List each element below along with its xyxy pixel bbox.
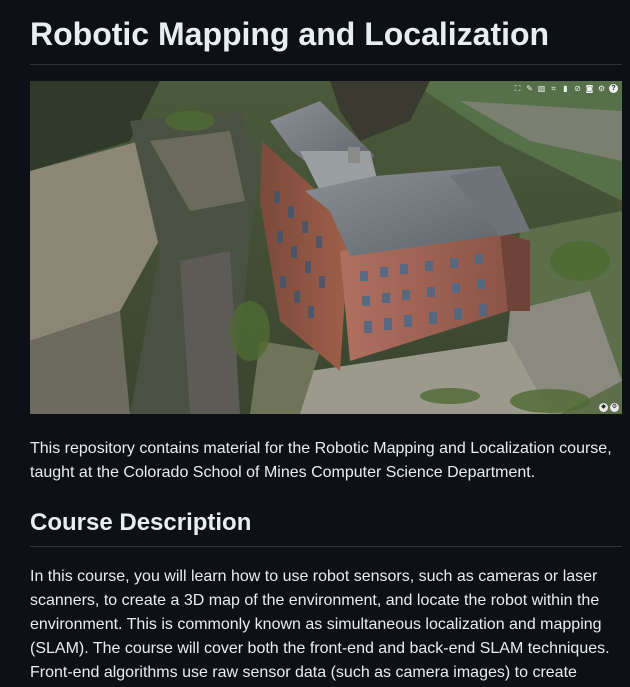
grid-icon[interactable]: ⌗ [549, 84, 558, 93]
viewer-toolbar: ⛶ ✎ ▧ ⌗ ▮ ⊘ ◙ ⚙ ? [513, 84, 618, 93]
3d-model-viewer[interactable]: ⛶ ✎ ▧ ⌗ ▮ ⊘ ◙ ⚙ ? ◆ ⚙ [30, 81, 622, 414]
settings-icon[interactable]: ⚙ [610, 403, 619, 412]
readme-page: Robotic Mapping and Localization ⛶ ✎ ▧ ⌗… [0, 0, 630, 687]
expand-icon[interactable]: ⛶ [513, 84, 522, 93]
title-divider [30, 64, 622, 65]
settings-icon[interactable]: ⚙ [597, 84, 606, 93]
layers-icon[interactable]: ▧ [537, 84, 546, 93]
page-title: Robotic Mapping and Localization [30, 16, 550, 52]
hide-icon[interactable]: ⊘ [573, 84, 582, 93]
camera-icon[interactable]: ◙ [585, 84, 594, 93]
help-icon[interactable]: ? [609, 84, 618, 93]
3d-building-model[interactable] [30, 81, 622, 414]
section-divider [30, 546, 622, 547]
ruler-icon[interactable]: ▮ [561, 84, 570, 93]
pencil-icon[interactable]: ✎ [525, 84, 534, 93]
intro-paragraph: This repository contains material for th… [30, 440, 612, 481]
section-heading: Course Description [30, 509, 252, 536]
viewer-bottom-tools: ◆ ⚙ [599, 403, 619, 412]
layers-icon[interactable]: ◆ [599, 403, 608, 412]
course-description-paragraph: In this course, you will learn how to us… [30, 568, 610, 681]
